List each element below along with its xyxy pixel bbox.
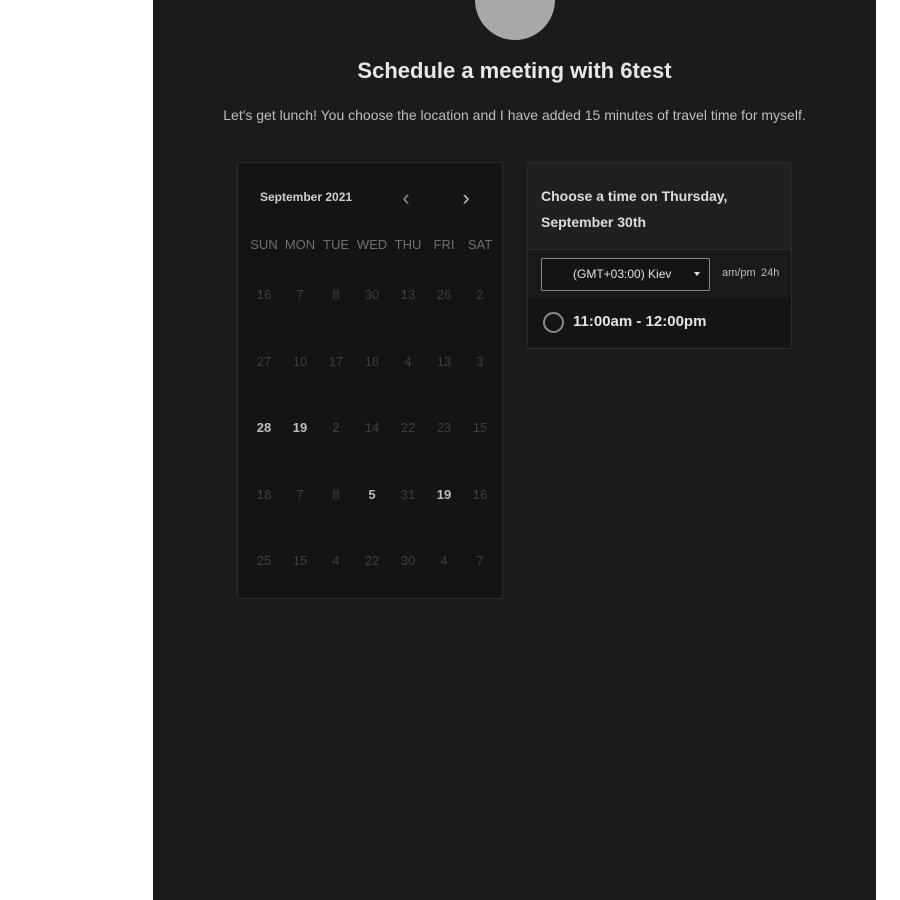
calendar-day: 26	[436, 287, 452, 302]
heading-line-2: September 30th	[541, 214, 647, 230]
calendar-day: 13	[436, 353, 452, 369]
calendar-day: 3	[476, 353, 484, 369]
calendar-day: 14	[364, 420, 380, 435]
time-slot-option[interactable]: 11:00am - 12:00pm	[528, 299, 791, 347]
calendar-day: 13	[400, 287, 416, 302]
caret-down-icon	[694, 272, 700, 276]
calendar-day: 17	[328, 353, 344, 369]
timezone-select[interactable]: (GMT+03:00) Kiev	[541, 258, 710, 291]
weekday-label: SUN	[250, 237, 278, 252]
time-selection-card: Choose a time on Thursday, September 30t…	[527, 162, 792, 349]
host-avatar	[475, 0, 555, 40]
weekday-label: WED	[356, 237, 388, 252]
calendar-day[interactable]: 19	[282, 408, 318, 475]
calendar-week-row: 18 7 8 5 31 19 16	[246, 475, 498, 542]
calendar-day: 22	[364, 553, 380, 568]
24h-format-toggle[interactable]: 24h	[761, 267, 779, 279]
calendar-day: 8	[332, 287, 340, 302]
calendar-day: 16	[472, 486, 488, 502]
calendar-day: 22	[400, 420, 416, 435]
calendar-day: 27	[256, 353, 272, 369]
date-picker-calendar: September 2021 ‹ › SUN MON TUE WED THU F…	[237, 162, 503, 599]
next-month-icon[interactable]: ›	[456, 187, 476, 209]
calendar-day: 7	[296, 287, 304, 302]
calendar-day: 7	[296, 486, 304, 502]
calendar-day[interactable]: 5	[354, 475, 390, 542]
calendar-week-row: 16 7 8 30 13 26 2	[246, 275, 498, 342]
calendar-week-row: 27 10 17 18 4 13 3	[246, 342, 498, 409]
calendar-day: 30	[364, 287, 380, 302]
weekday-label: THU	[394, 237, 422, 252]
calendar-day: 18	[256, 486, 272, 502]
calendar-day: 25	[256, 553, 272, 568]
calendar-day: 23	[436, 420, 452, 435]
heading-line-1: Choose a time on Thursday,	[541, 188, 728, 204]
calendar-day: 2	[332, 420, 340, 435]
radio-icon[interactable]	[543, 312, 564, 333]
calendar-day: 16	[256, 287, 272, 302]
calendar-day: 10	[292, 353, 308, 369]
weekday-label: SAT	[467, 237, 493, 252]
ampm-format-toggle[interactable]: am/pm	[722, 267, 756, 279]
weekday-label: TUE	[323, 237, 349, 252]
calendar-week-row: 25 15 4 22 30 4 7	[246, 541, 498, 608]
calendar-day[interactable]: 19	[426, 475, 462, 542]
weekday-header: SUN MON TUE WED THU FRI SAT	[246, 237, 498, 252]
selected-date-heading: Choose a time on Thursday, September 30t…	[541, 183, 781, 235]
time-selection-header: Choose a time on Thursday, September 30t…	[528, 163, 791, 250]
previous-month-icon[interactable]: ‹	[396, 187, 416, 209]
calendar-day: 4	[404, 353, 412, 369]
calendar-day: 18	[364, 353, 380, 369]
calendar-day: 15	[292, 553, 308, 568]
calendar-day: 4	[332, 553, 340, 568]
calendar-month-label: September 2021	[260, 190, 353, 204]
time-slot-label: 11:00am - 12:00pm	[573, 313, 707, 330]
calendar-day: 4	[440, 553, 448, 568]
calendar-day: 2	[476, 287, 484, 302]
timezone-row: (GMT+03:00) Kiev am/pm 24h	[528, 250, 791, 298]
weekday-label: FRI	[433, 237, 455, 252]
scheduler-panel: Schedule a meeting with 6test Let's get …	[153, 0, 876, 900]
calendar-day: 30	[400, 553, 416, 568]
weekday-label: MON	[284, 237, 316, 252]
meeting-description: Let's get lunch! You choose the location…	[223, 107, 806, 123]
page-title: Schedule a meeting with 6test	[357, 58, 672, 83]
calendar-week-row: 28 19 2 14 22 23 15	[246, 408, 498, 475]
calendar-day: 7	[476, 553, 484, 568]
timezone-value: (GMT+03:00) Kiev	[573, 267, 672, 281]
calendar-day: 31	[400, 486, 416, 502]
calendar-day[interactable]: 28	[246, 408, 282, 475]
calendar-day: 15	[472, 420, 488, 435]
calendar-grid: 16 7 8 30 13 26 2 27 10 17 18 4 13 3 28 19 2 14 22 23 15 18 7 8…	[246, 275, 498, 608]
calendar-day: 8	[332, 486, 340, 502]
